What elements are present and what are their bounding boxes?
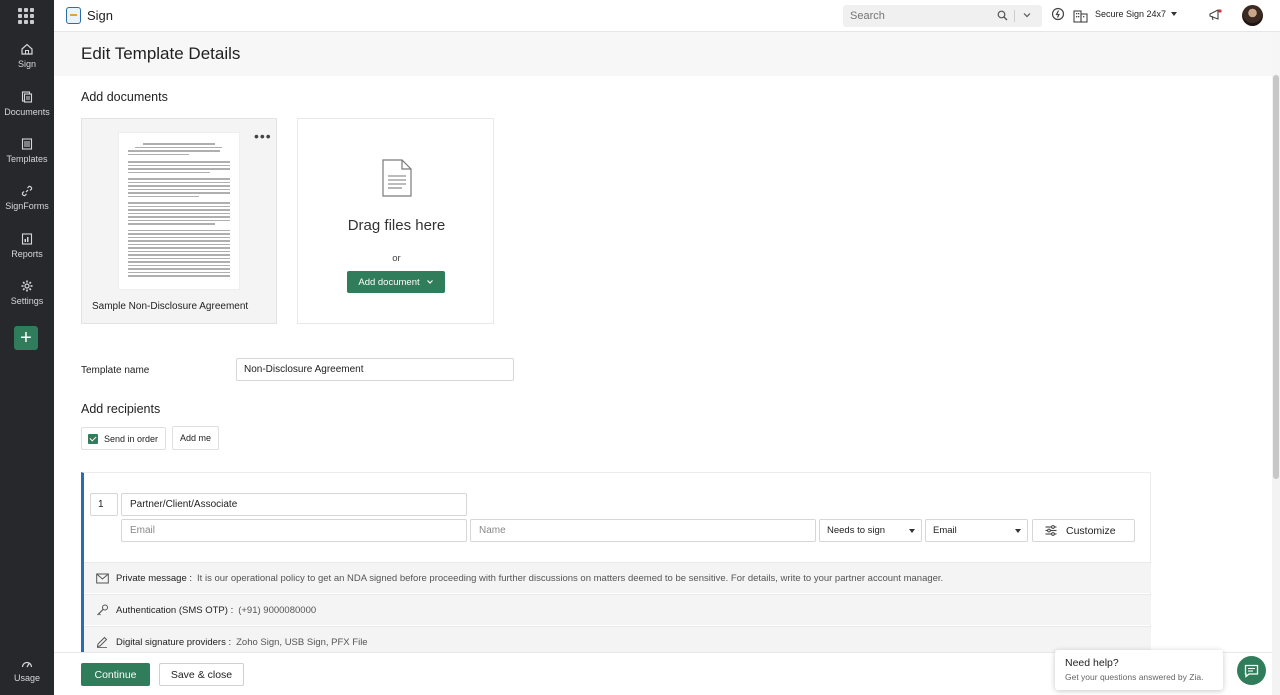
help-bubble[interactable]: Need help? Get your questions answered b… — [1055, 650, 1223, 690]
sidebar-item-settings[interactable]: Settings — [0, 280, 54, 306]
caret-down-icon — [909, 529, 915, 533]
gear-icon — [21, 280, 33, 292]
sidebar-item-label: Documents — [4, 107, 50, 117]
sidebar-item-label: Usage — [13, 673, 40, 683]
organization-icon[interactable] — [1073, 8, 1088, 23]
file-drop-zone[interactable]: Drag files here or Add document — [297, 118, 494, 324]
save-close-button[interactable]: Save & close — [159, 663, 244, 686]
help-subtitle: Get your questions answered by Zia. — [1065, 672, 1204, 682]
send-in-order-toggle[interactable]: Send in order — [81, 427, 166, 450]
divider — [1014, 10, 1015, 22]
templates-icon — [21, 138, 33, 150]
more-options-icon[interactable]: ••• — [254, 128, 272, 144]
sidebar-item-label: Settings — [10, 296, 44, 306]
add-document-label: Add document — [358, 276, 420, 288]
main-content: Edit Template Details Add documents ••• … — [54, 32, 1272, 695]
page-header: Edit Template Details — [54, 32, 1272, 76]
documents-icon — [21, 91, 33, 103]
add-recipients-title: Add recipients — [81, 402, 161, 416]
role-input[interactable] — [121, 493, 467, 516]
template-name-input[interactable] — [236, 358, 514, 381]
send-in-order-checkbox[interactable] — [88, 433, 98, 444]
sidebar-item-signforms[interactable]: SignForms — [0, 185, 54, 211]
or-text: or — [392, 253, 401, 264]
delivery-select-value: Email — [933, 525, 957, 536]
search-icon[interactable] — [997, 10, 1008, 21]
document-card[interactable]: ••• Sample Non-Disclosure Agreement — [81, 118, 277, 324]
avatar[interactable] — [1242, 5, 1263, 26]
private-message-value: It is our operational policy to get an N… — [197, 572, 944, 584]
chat-icon — [1244, 664, 1259, 678]
link-icon — [21, 185, 33, 197]
add-me-button[interactable]: Add me — [172, 426, 219, 450]
chevron-down-icon — [426, 280, 433, 284]
caret-down-icon[interactable] — [1171, 12, 1177, 16]
sidebar-item-usage[interactable]: Usage — [0, 658, 54, 683]
private-message-label: Private message : — [116, 572, 193, 584]
continue-button[interactable]: Continue — [81, 663, 150, 686]
drag-files-text: Drag files here — [347, 217, 446, 234]
signature-providers-label: Digital signature providers : — [116, 636, 232, 648]
add-documents-title: Add documents — [81, 90, 168, 104]
sidebar-item-templates[interactable]: Templates — [0, 138, 54, 164]
name-field[interactable] — [470, 519, 816, 542]
key-icon — [97, 604, 108, 616]
announcement-icon[interactable] — [1208, 8, 1223, 22]
file-icon — [382, 159, 412, 197]
action-select[interactable]: Needs to sign — [819, 519, 922, 542]
activity-icon[interactable] — [1051, 7, 1065, 21]
pen-icon — [96, 636, 108, 648]
add-document-button[interactable]: Add document — [347, 271, 445, 293]
sidebar-item-label: Reports — [11, 249, 43, 259]
create-new-button[interactable]: + — [14, 326, 38, 350]
help-title: Need help? — [1065, 657, 1119, 669]
sliders-icon — [1045, 525, 1057, 536]
chevron-down-icon[interactable] — [1022, 10, 1032, 20]
private-message-row[interactable]: Private message : It is our operational … — [84, 562, 1151, 593]
sidebar-item-documents[interactable]: Documents — [0, 91, 54, 117]
customize-button[interactable]: Customize — [1032, 519, 1135, 542]
authentication-label: Authentication (SMS OTP) : — [116, 604, 234, 616]
home-icon — [21, 43, 33, 55]
plus-icon: + — [20, 327, 32, 349]
document-name: Sample Non-Disclosure Agreement — [92, 301, 249, 312]
page-title: Edit Template Details — [81, 44, 241, 63]
authentication-row[interactable]: Authentication (SMS OTP) : (+91) 9000080… — [84, 594, 1151, 625]
sidebar-item-label: Sign — [17, 59, 36, 69]
document-thumbnail — [118, 132, 240, 290]
email-field[interactable] — [121, 519, 467, 542]
delivery-select[interactable]: Email — [925, 519, 1028, 542]
scrollbar-thumb[interactable] — [1273, 75, 1279, 479]
signature-providers-value: Zoho Sign, USB Sign, PFX File — [236, 636, 368, 648]
reports-icon — [21, 233, 33, 245]
scrollbar[interactable] — [1272, 75, 1280, 695]
mail-icon — [96, 573, 109, 583]
sidebar-item-sign[interactable]: Sign — [0, 43, 54, 69]
top-bar: Sign Secure Sign 24x7 — [54, 0, 1280, 32]
sidebar-item-label: Templates — [6, 154, 48, 164]
signing-order-input[interactable]: 1 — [90, 493, 118, 516]
sidebar: Sign Documents Templates SignForms Repor… — [0, 0, 54, 695]
send-in-order-label: Send in order — [104, 433, 159, 444]
template-name-label: Template name — [81, 365, 150, 376]
sidebar-item-reports[interactable]: Reports — [0, 233, 54, 259]
app-brand[interactable]: Sign — [66, 7, 113, 24]
sign-logo-icon — [66, 7, 81, 24]
app-name: Sign — [87, 8, 114, 23]
action-select-value: Needs to sign — [827, 525, 886, 536]
caret-down-icon — [1015, 529, 1021, 533]
authentication-value: (+91) 9000080000 — [238, 604, 317, 616]
search-input[interactable] — [843, 5, 983, 27]
search-box — [843, 5, 1042, 27]
usage-icon — [21, 661, 33, 668]
org-switcher[interactable]: Secure Sign 24x7 — [1095, 9, 1166, 19]
sidebar-item-label: SignForms — [5, 201, 49, 211]
customize-label: Customize — [1066, 524, 1116, 537]
chat-button[interactable] — [1237, 656, 1266, 685]
app-grid-icon[interactable] — [18, 8, 34, 24]
